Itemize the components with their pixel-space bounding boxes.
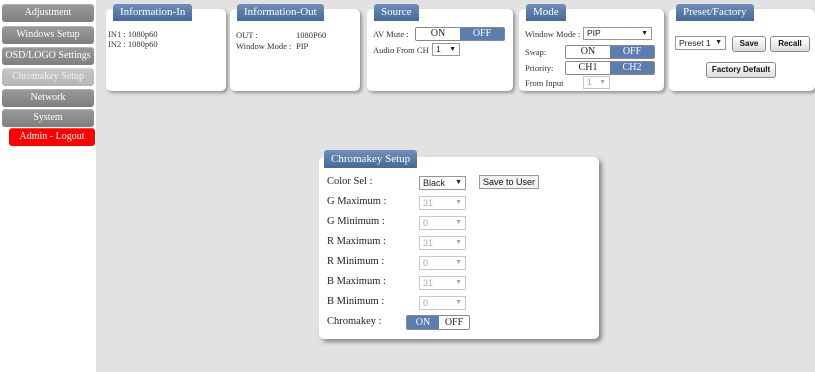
color-sel-select[interactable]: Black ▼ <box>419 176 466 190</box>
audio-from-ch-label: Audio From CH <box>373 45 429 55</box>
save-to-user-button[interactable]: Save to User <box>479 175 540 189</box>
chevron-down-icon: ▼ <box>455 299 462 306</box>
panel-preset-factory: Preset/Factory Preset 1 ▼ Save Recall Fa… <box>669 4 815 91</box>
chromakey-label: Chromakey : <box>327 316 382 327</box>
b-minimum-select[interactable]: 0 ▼ <box>419 296 466 310</box>
chevron-down-icon: ▼ <box>715 39 722 46</box>
out-window-mode-label: Window Mode : <box>236 41 292 51</box>
priority-toggle[interactable]: CH1 CH2 <box>565 61 655 75</box>
priority-label: Priority: <box>525 63 554 73</box>
chevron-down-icon: ▼ <box>455 279 462 286</box>
chevron-down-icon: ▼ <box>455 179 462 186</box>
factory-default-button[interactable]: Factory Default <box>706 62 776 78</box>
panel-title-chromakey-setup: Chromakey Setup <box>324 150 418 168</box>
out-value: 1080P60 <box>296 30 327 40</box>
b-minimum-value: 0 <box>423 298 429 308</box>
out-window-mode-value: PIP <box>296 41 309 51</box>
panel-title-information-in: Information-In <box>113 4 193 21</box>
sidebar-item-osd-logo-settings[interactable]: OSD/LOGO Settings <box>2 47 94 65</box>
swap-off-button[interactable]: OFF <box>610 46 654 58</box>
r-maximum-value: 31 <box>423 238 434 248</box>
preset-select[interactable]: Preset 1 ▼ <box>675 36 726 50</box>
from-input-value: 1 <box>587 77 592 87</box>
b-maximum-value: 31 <box>423 278 434 288</box>
sidebar-item-network[interactable]: Network <box>2 89 94 107</box>
sidebar: Adjustment Windows Setup OSD/LOGO Settin… <box>0 0 96 372</box>
out-label: OUT : <box>236 30 258 40</box>
panel-mode: Mode Window Mode : PIP ▼ Swap: ON OFF Pr… <box>519 4 664 91</box>
sidebar-item-admin-logout[interactable]: Admin - Logout <box>9 128 95 146</box>
g-minimum-value: 0 <box>423 218 429 228</box>
g-maximum-label: G Maximum : <box>327 196 387 207</box>
av-mute-off-button[interactable]: OFF <box>460 28 504 40</box>
preset-save-button[interactable]: Save <box>732 36 766 52</box>
chevron-down-icon: ▼ <box>455 219 462 226</box>
color-sel-label: Color Sel : <box>327 176 373 187</box>
sidebar-item-adjustment[interactable]: Adjustment <box>2 4 94 22</box>
panel-information-in: Information-In IN1 : 1080p60 IN2 : 1080p… <box>106 4 226 91</box>
av-mute-label: AV Mute : <box>373 29 409 39</box>
g-maximum-select[interactable]: 31 ▼ <box>419 196 466 210</box>
panel-source: Source AV Mute : ON OFF Audio From CH 1 … <box>367 4 513 91</box>
r-maximum-select[interactable]: 31 ▼ <box>419 236 466 250</box>
g-minimum-select[interactable]: 0 ▼ <box>419 216 466 230</box>
sidebar-item-system[interactable]: System <box>2 109 94 127</box>
audio-from-ch-select[interactable]: 1 ▼ <box>432 43 460 56</box>
b-minimum-label: B Minimum : <box>327 296 385 307</box>
g-minimum-label: G Minimum : <box>327 216 385 227</box>
sidebar-item-windows-setup[interactable]: Windows Setup <box>2 26 94 44</box>
mode-window-mode-select[interactable]: PIP ▼ <box>583 27 652 40</box>
color-sel-value: Black <box>423 178 446 188</box>
preset-recall-button[interactable]: Recall <box>770 36 810 52</box>
panel-title-preset-factory: Preset/Factory <box>676 4 754 21</box>
swap-toggle[interactable]: ON OFF <box>565 45 655 59</box>
chromakey-off-button[interactable]: OFF <box>439 316 469 329</box>
r-minimum-value: 0 <box>423 258 429 268</box>
panel-title-source: Source <box>374 4 419 21</box>
chevron-down-icon: ▼ <box>641 30 648 37</box>
priority-ch1-button[interactable]: CH1 <box>566 62 610 74</box>
chevron-down-icon: ▼ <box>455 259 462 266</box>
mode-window-mode-value: PIP <box>587 28 601 38</box>
preset-select-value: Preset 1 <box>679 38 711 48</box>
info-in2: IN2 : 1080p60 <box>108 39 158 49</box>
info-in1: IN1 : 1080p60 <box>108 29 158 39</box>
r-minimum-select[interactable]: 0 ▼ <box>419 256 466 270</box>
panel-title-mode: Mode <box>526 4 566 21</box>
r-maximum-label: R Maximum : <box>327 236 386 247</box>
from-input-select[interactable]: 1 ▼ <box>583 76 610 89</box>
chevron-down-icon: ▼ <box>455 199 462 206</box>
panel-information-out: Information-Out OUT : 1080P60 Window Mod… <box>230 4 360 91</box>
chromakey-toggle[interactable]: ON OFF <box>406 315 470 330</box>
mode-window-mode-label: Window Mode : <box>525 29 581 39</box>
b-maximum-label: B Maximum : <box>327 276 386 287</box>
audio-from-ch-value: 1 <box>436 44 441 54</box>
priority-ch2-button[interactable]: CH2 <box>610 62 654 74</box>
chevron-down-icon: ▼ <box>455 239 462 246</box>
av-mute-on-button[interactable]: ON <box>416 28 460 40</box>
sidebar-item-chromakey-setup[interactable]: Chromakey Setup <box>2 68 94 86</box>
g-maximum-value: 31 <box>423 198 434 208</box>
from-input-label: From Input <box>525 78 564 88</box>
chromakey-setup-panel: Chromakey Setup Color Sel : Black ▼ Save… <box>319 150 599 339</box>
b-maximum-select[interactable]: 31 ▼ <box>419 276 466 290</box>
chevron-down-icon: ▼ <box>449 46 456 53</box>
r-minimum-label: R Minimum : <box>327 256 385 267</box>
panel-title-information-out: Information-Out <box>237 4 324 21</box>
av-mute-toggle[interactable]: ON OFF <box>415 27 505 41</box>
chromakey-on-button[interactable]: ON <box>407 316 439 329</box>
swap-label: Swap: <box>525 47 547 57</box>
chevron-down-icon: ▼ <box>599 79 606 86</box>
swap-on-button[interactable]: ON <box>566 46 610 58</box>
